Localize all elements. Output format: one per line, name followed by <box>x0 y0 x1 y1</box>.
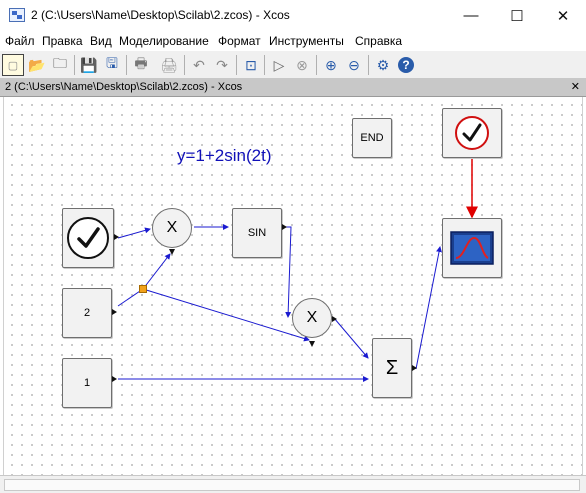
minimize-button[interactable]: — <box>448 0 494 31</box>
formula-annotation[interactable]: y=1+2sin(2t) <box>177 146 272 166</box>
menu-tools[interactable]: Инструменты <box>269 34 344 48</box>
end-block[interactable]: END <box>352 118 392 158</box>
sin-block-label: SIN <box>247 227 267 239</box>
window-title: 2 (C:\Users\Name\Desktop\Scilab\2.zcos) … <box>31 8 290 22</box>
menu-simulation[interactable]: Моделирование <box>119 34 209 48</box>
toolbar-separator <box>74 55 75 75</box>
settings-icon[interactable]: ⚙ <box>372 54 394 76</box>
split-point[interactable] <box>139 285 147 293</box>
menu-view[interactable]: Вид <box>90 34 112 48</box>
maximize-button[interactable]: ☐ <box>494 0 540 31</box>
const-2-label: 2 <box>83 307 91 319</box>
end-block-label: END <box>360 132 384 144</box>
menu-format[interactable]: Формат <box>218 34 261 48</box>
open-folder-icon[interactable]: 📂 <box>26 54 48 76</box>
new-diagram-glyph: ▢ <box>7 59 19 72</box>
xcos-app-icon <box>9 8 25 22</box>
menu-file[interactable]: Файл <box>5 34 35 48</box>
document-title: 2 (C:\Users\Name\Desktop\Scilab\2.zcos) … <box>5 81 243 93</box>
clock-block[interactable] <box>62 208 114 268</box>
menu-help[interactable]: Справка <box>355 34 402 48</box>
toolbar-separator <box>316 55 317 75</box>
fit-view-icon[interactable]: ⊡ <box>240 54 262 76</box>
stop-simulation-icon: ⊗ <box>296 56 308 73</box>
clock-icon <box>67 217 109 259</box>
sum-block[interactable]: Σ <box>372 338 412 398</box>
scope-icon <box>450 231 494 265</box>
toolbar-separator <box>264 55 265 75</box>
toolbar-separator <box>184 55 185 75</box>
save-as-icon[interactable]: 🖫 <box>101 54 123 76</box>
save-icon[interactable]: 💾 <box>78 54 100 76</box>
undo-icon[interactable]: ↶ <box>188 54 210 76</box>
menu-bar: Файл Правка Вид Моделирование Формат Инс… <box>0 31 586 51</box>
zoom-in-icon[interactable]: ⊕ <box>320 54 342 76</box>
close-button[interactable]: ✕ <box>540 0 586 31</box>
toolbar-separator <box>236 55 237 75</box>
scope-block[interactable] <box>442 218 502 278</box>
redo-icon[interactable]: ↷ <box>211 54 233 76</box>
help-icon[interactable]: ? <box>395 54 417 76</box>
status-bar <box>0 475 586 493</box>
const-1-block[interactable]: 1 <box>62 358 112 408</box>
event-clock-block[interactable] <box>442 108 502 158</box>
open-recent-icon[interactable]: 🗀 <box>49 54 71 76</box>
toolbar-separator <box>368 55 369 75</box>
product-block-1[interactable]: X <box>152 208 192 248</box>
toolbar: ▢ 📂 🗀 💾 🖫 🖶 🖨 ↶ ↷ ⊡ ▷ ⊗ ⊕ ⊖ ⚙ ? <box>0 51 586 79</box>
const-2-block[interactable]: 2 <box>62 288 112 338</box>
print-disabled-icon: 🖨 <box>160 56 178 73</box>
status-field <box>4 479 580 491</box>
zoom-out-icon[interactable]: ⊖ <box>343 54 365 76</box>
product-1-label: X <box>166 219 178 236</box>
print-icon[interactable]: 🖶 <box>130 54 152 76</box>
clock-red-icon <box>455 116 489 150</box>
product-2-label: X <box>306 309 318 326</box>
document-tab-bar: 2 (C:\Users\Name\Desktop\Scilab\2.zcos) … <box>0 79 586 97</box>
title-bar: 2 (C:\Users\Name\Desktop\Scilab\2.zcos) … <box>0 0 586 31</box>
product-block-2[interactable]: X <box>292 298 332 338</box>
menu-edit[interactable]: Правка <box>42 34 83 48</box>
const-1-label: 1 <box>83 377 91 389</box>
help-glyph: ? <box>398 57 414 73</box>
sin-block[interactable]: SIN <box>232 208 282 258</box>
sum-label: Σ <box>385 356 399 379</box>
toolbar-separator <box>126 55 127 75</box>
new-diagram-icon[interactable]: ▢ <box>2 54 24 76</box>
document-close-button[interactable]: ✕ <box>571 80 580 93</box>
start-simulation-icon[interactable]: ▷ <box>268 54 290 76</box>
